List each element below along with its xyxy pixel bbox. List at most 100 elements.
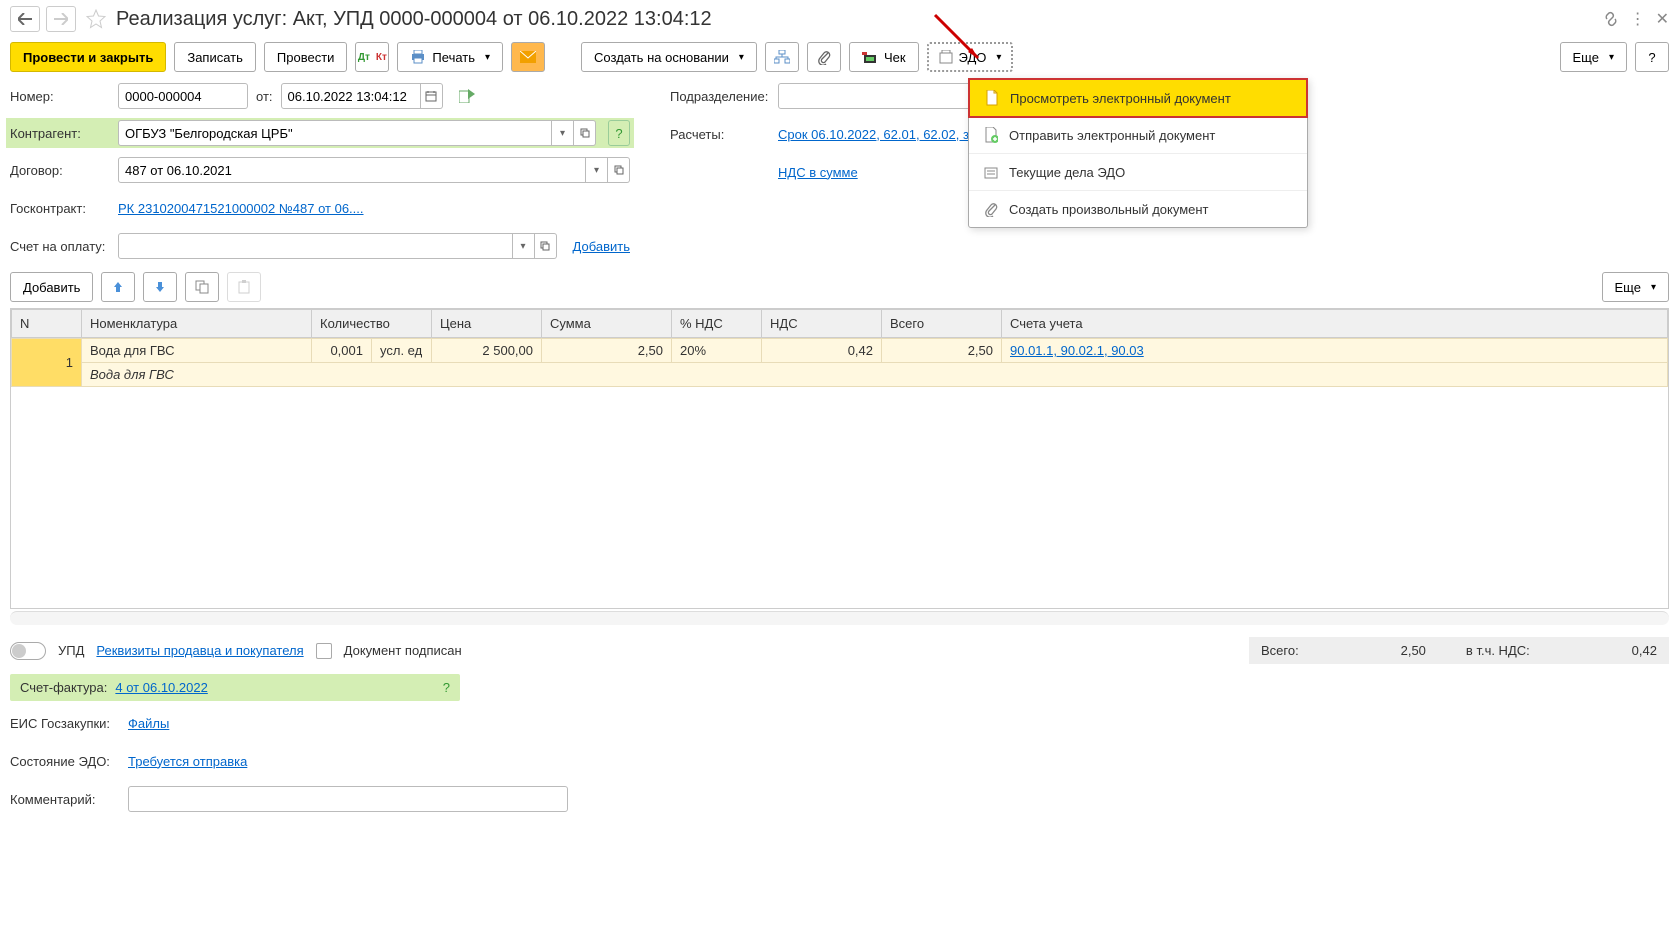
edo-button[interactable]: ЭДО bbox=[927, 42, 1014, 72]
settlements-label: Расчеты: bbox=[670, 127, 770, 142]
dropdown-icon[interactable]: ▾ bbox=[552, 120, 574, 146]
edo-state-link[interactable]: Требуется отправка bbox=[128, 754, 247, 769]
calendar-icon[interactable] bbox=[421, 83, 443, 109]
structure-icon-button[interactable] bbox=[765, 42, 799, 72]
number-input[interactable] bbox=[118, 83, 248, 109]
comment-input[interactable] bbox=[128, 786, 568, 812]
counterparty-input[interactable] bbox=[118, 120, 552, 146]
goscontract-link[interactable]: РК 2310200471521000002 №487 от 06.... bbox=[118, 201, 364, 216]
help-button[interactable]: ? bbox=[1635, 42, 1669, 72]
totals-panel: Всего: 2,50 в т.ч. НДС: 0,42 bbox=[1249, 637, 1669, 664]
attach-icon-button[interactable] bbox=[807, 42, 841, 72]
cell-name2[interactable]: Вода для ГВС bbox=[82, 363, 1668, 387]
cell-sum[interactable]: 2,50 bbox=[542, 339, 672, 363]
th-vat-pct: % НДС bbox=[672, 310, 762, 338]
star-icon[interactable] bbox=[86, 9, 106, 29]
add-row-button[interactable]: Добавить bbox=[10, 272, 93, 302]
signed-label: Документ подписан bbox=[344, 643, 462, 658]
document-icon bbox=[984, 90, 1000, 106]
dropdown-current-edo[interactable]: Текущие дела ЭДО bbox=[969, 154, 1307, 191]
th-sum: Сумма bbox=[542, 310, 672, 338]
upd-toggle[interactable] bbox=[10, 642, 46, 660]
check-button[interactable]: Чек bbox=[849, 42, 919, 72]
page-title: Реализация услуг: Акт, УПД 0000-000004 о… bbox=[116, 8, 1596, 31]
eis-files-link[interactable]: Файлы bbox=[128, 716, 169, 731]
dropdown-icon[interactable]: ▾ bbox=[586, 157, 608, 183]
invoice-pay-input[interactable] bbox=[118, 233, 513, 259]
invoice-help[interactable]: ? bbox=[443, 680, 450, 695]
cell-vat-pct[interactable]: 20% bbox=[672, 339, 762, 363]
seller-details-link[interactable]: Реквизиты продавца и покупателя bbox=[96, 643, 303, 658]
table-row-sub[interactable]: Вода для ГВС bbox=[12, 363, 1668, 387]
list-icon bbox=[983, 164, 999, 180]
goscontract-label: Госконтракт: bbox=[10, 201, 110, 216]
th-total: Всего bbox=[882, 310, 1002, 338]
th-quantity: Количество bbox=[312, 310, 432, 338]
date-input[interactable] bbox=[281, 83, 421, 109]
settlements-link[interactable]: Срок 06.10.2022, 62.01, 62.02, за bbox=[778, 127, 976, 142]
cell-price[interactable]: 2 500,00 bbox=[432, 339, 542, 363]
th-price: Цена bbox=[432, 310, 542, 338]
close-icon[interactable]: ✕ bbox=[1656, 9, 1669, 29]
post-button[interactable]: Провести bbox=[264, 42, 348, 72]
th-accounts: Счета учета bbox=[1002, 310, 1668, 338]
table-more-button[interactable]: Еще bbox=[1602, 272, 1669, 302]
print-button[interactable]: Печать bbox=[397, 42, 503, 72]
dropdown-view-document[interactable]: Просмотреть электронный документ bbox=[968, 78, 1308, 118]
vat-link[interactable]: НДС в сумме bbox=[778, 165, 858, 180]
post-close-button[interactable]: Провести и закрыть bbox=[10, 42, 166, 72]
counterparty-label: Контрагент: bbox=[10, 126, 110, 141]
invoice-pay-label: Счет на оплату: bbox=[10, 239, 110, 254]
counterparty-help[interactable]: ? bbox=[608, 120, 630, 146]
contract-label: Договор: bbox=[10, 163, 110, 178]
invoice-link[interactable]: 4 от 06.10.2022 bbox=[115, 680, 207, 695]
department-label: Подразделение: bbox=[670, 89, 770, 104]
horizontal-scrollbar[interactable] bbox=[10, 611, 1669, 625]
th-n: N bbox=[12, 310, 82, 338]
copy-button[interactable] bbox=[185, 272, 219, 302]
table-row[interactable]: 1 Вода для ГВС 0,001 усл. ед 2 500,00 2,… bbox=[12, 339, 1668, 363]
nav-forward[interactable] bbox=[46, 6, 76, 32]
upd-label: УПД bbox=[58, 643, 84, 658]
th-vat: НДС bbox=[762, 310, 882, 338]
attach-icon bbox=[983, 201, 999, 217]
link-icon[interactable] bbox=[1602, 10, 1620, 28]
contract-input[interactable] bbox=[118, 157, 586, 183]
paste-button[interactable] bbox=[227, 272, 261, 302]
invoice-row: Счет-фактура: 4 от 06.10.2022 ? bbox=[10, 674, 460, 701]
dropdown-icon[interactable]: ▾ bbox=[513, 233, 535, 259]
signed-checkbox[interactable] bbox=[316, 643, 332, 659]
from-label: от: bbox=[256, 89, 273, 104]
cell-n: 1 bbox=[12, 339, 82, 387]
move-down-button[interactable] bbox=[143, 272, 177, 302]
document-send-icon bbox=[983, 127, 999, 143]
department-input[interactable] bbox=[778, 83, 988, 109]
nav-back[interactable] bbox=[10, 6, 40, 32]
dropdown-send-document[interactable]: Отправить электронный документ bbox=[969, 117, 1307, 154]
cell-total[interactable]: 2,50 bbox=[882, 339, 1002, 363]
eis-label: ЕИС Госзакупки: bbox=[10, 716, 120, 731]
edo-state-label: Состояние ЭДО: bbox=[10, 754, 120, 769]
invoice-label: Счет-фактура: bbox=[20, 680, 107, 695]
cell-accounts[interactable]: 90.01.1, 90.02.1, 90.03 bbox=[1002, 339, 1668, 363]
cell-name[interactable]: Вода для ГВС bbox=[82, 339, 312, 363]
move-up-button[interactable] bbox=[101, 272, 135, 302]
dtk-icon-button[interactable]: ДтКт bbox=[355, 42, 389, 72]
more-button[interactable]: Еще bbox=[1560, 42, 1627, 72]
menu-dots-icon[interactable]: ⋮ bbox=[1630, 9, 1646, 29]
th-nomenclature: Номенклатура bbox=[82, 310, 312, 338]
status-icon[interactable] bbox=[459, 89, 475, 103]
number-label: Номер: bbox=[10, 89, 110, 104]
create-based-button[interactable]: Создать на основании bbox=[581, 42, 757, 72]
cell-qty[interactable]: 0,001 bbox=[312, 339, 372, 363]
add-invoice-link[interactable]: Добавить bbox=[573, 239, 630, 254]
open-icon[interactable] bbox=[608, 157, 630, 183]
comment-label: Комментарий: bbox=[10, 792, 120, 807]
save-button[interactable]: Записать bbox=[174, 42, 256, 72]
dropdown-create-arbitrary[interactable]: Создать произвольный документ bbox=[969, 191, 1307, 227]
cell-unit[interactable]: усл. ед bbox=[372, 339, 432, 363]
cell-vat[interactable]: 0,42 bbox=[762, 339, 882, 363]
open-icon[interactable] bbox=[535, 233, 557, 259]
mail-icon-button[interactable] bbox=[511, 42, 545, 72]
open-icon[interactable] bbox=[574, 120, 596, 146]
